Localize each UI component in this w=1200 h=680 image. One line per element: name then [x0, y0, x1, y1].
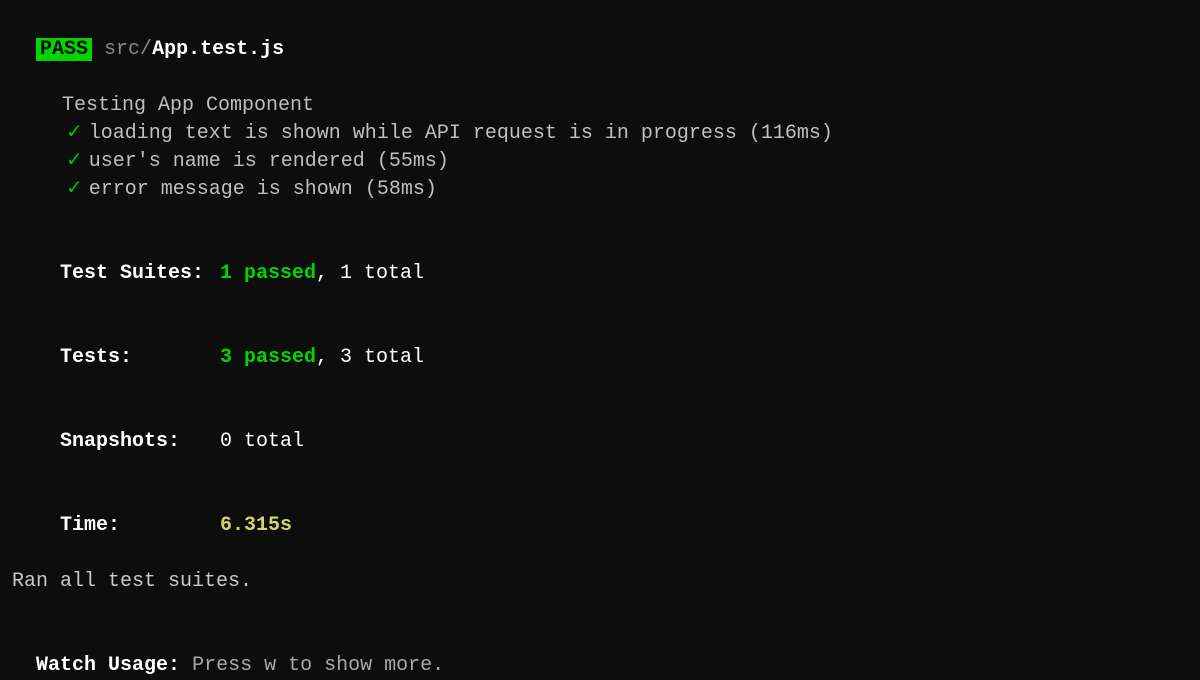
test-description: user's name is rendered	[89, 150, 377, 173]
summary-label: Test Suites:	[60, 260, 220, 288]
summary-separator: ,	[316, 346, 340, 369]
summary-ran-message: Ran all test suites.	[12, 568, 1188, 596]
summary-label: Snapshots:	[60, 428, 220, 456]
summary-label: Time:	[60, 512, 220, 540]
summary-test-suites: Test Suites:1 passed, 1 total	[12, 232, 1188, 316]
summary-passed: 3 passed	[220, 346, 316, 369]
summary-passed: 1 passed	[220, 262, 316, 285]
summary-tests: Tests:3 passed, 3 total	[12, 316, 1188, 400]
watch-usage: Watch Usage: Press w to show more.	[12, 624, 1188, 680]
summary-time-value: 6.315s	[220, 514, 292, 537]
describe-block: Testing App Component	[12, 64, 1188, 120]
summary-label: Tests:	[60, 344, 220, 372]
summary-snapshots: Snapshots:0 total	[12, 400, 1188, 484]
summary-total: 0 total	[220, 430, 304, 453]
describe-name: Testing App Component	[62, 94, 314, 117]
test-result-row: ✓ user's name is rendered (55ms)	[12, 148, 1188, 176]
watch-text: Press w to show more.	[192, 654, 444, 677]
watch-label: Watch Usage:	[36, 654, 180, 677]
check-icon: ✓	[66, 150, 83, 173]
summary-total: 3 total	[340, 346, 424, 369]
test-duration: (55ms)	[377, 150, 449, 173]
check-icon: ✓	[66, 178, 83, 201]
file-name: App.test.js	[152, 38, 284, 61]
test-description: loading text is shown while API request …	[89, 122, 749, 145]
test-result-row: ✓ loading text is shown while API request…	[12, 120, 1188, 148]
pass-badge: PASS	[36, 38, 92, 61]
test-file-header: PASS src/App.test.js	[12, 8, 1188, 64]
test-duration: (116ms)	[749, 122, 833, 145]
summary-total: 1 total	[340, 262, 424, 285]
summary-block: Test Suites:1 passed, 1 total Tests:3 pa…	[12, 232, 1188, 596]
file-dir: src/	[104, 38, 152, 61]
test-result-row: ✓ error message is shown (58ms)	[12, 176, 1188, 204]
check-icon: ✓	[66, 122, 83, 145]
test-description: error message is shown	[89, 178, 365, 201]
summary-time: Time:6.315s	[12, 484, 1188, 568]
test-duration: (58ms)	[365, 178, 437, 201]
summary-separator: ,	[316, 262, 340, 285]
